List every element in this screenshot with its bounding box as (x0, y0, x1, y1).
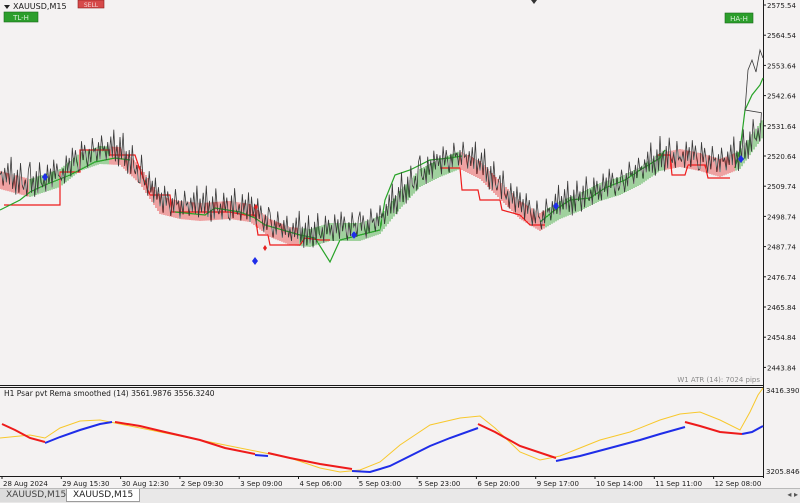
badge-right-text: HA-H (730, 15, 748, 23)
indicator-title: H1 Psar pvt Rema smoothed (14) 3561.9876… (4, 389, 215, 398)
time-axis-label: 2 Sep 09:30 (181, 480, 223, 488)
chart-window: XAUUSD,M15 TL-H SELL HA-H W1 ATR (14): 7… (0, 0, 800, 503)
indicator-blue-line-2 (254, 454, 269, 457)
time-axis-label: 5 Sep 03:00 (359, 480, 401, 488)
tab-xauusd-m15[interactable]: XAUUSD,M15 (0, 489, 74, 502)
price-axis-label: 2553.64 (767, 62, 796, 70)
price-axis-label: 2443.84 (767, 364, 796, 372)
price-axis-label: 2531.64 (767, 123, 796, 131)
price-axis-label: 2509.74 (767, 183, 796, 191)
time-axis-label: 5 Sep 23:00 (418, 480, 460, 488)
chart-tab-bar: XAUUSD,M15 XAUUSD,M15 ◂ ▸ (0, 488, 800, 503)
badge-top-text: SELL (84, 2, 99, 9)
time-axis-label: 12 Sep 08:00 (715, 480, 762, 488)
time-axis-label: 4 Sep 06:00 (300, 480, 342, 488)
chart-symbol-title: XAUUSD,M15 (13, 2, 67, 11)
time-axis-label: 28 Aug 2024 (3, 480, 48, 488)
price-axis-label: 2476.74 (767, 274, 796, 282)
time-axis-label: 9 Sep 17:00 (537, 480, 579, 488)
price-chart[interactable]: XAUUSD,M15 TL-H SELL HA-H W1 ATR (14): 7… (0, 0, 800, 488)
price-axis-label: 2564.54 (767, 32, 796, 40)
time-axis-label: 11 Sep 11:00 (655, 480, 702, 488)
badge-left-text: TL-H (12, 14, 29, 22)
price-axis-label: 2575.54 (767, 2, 796, 10)
time-axis-label: 30 Aug 12:30 (122, 480, 169, 488)
indicator-axis-low: 3205.8464 (766, 468, 800, 476)
price-axis-label: 2487.74 (767, 244, 796, 252)
tab-scroll-arrows-icon[interactable]: ◂ ▸ (787, 490, 798, 499)
atr-label: W1 ATR (14): 7024 pips (677, 376, 760, 384)
time-axis-label: 3 Sep 09:00 (240, 480, 282, 488)
indicator-axis-high: 3416.3907 (766, 387, 800, 395)
price-axis-label: 2520.64 (767, 153, 796, 161)
tab-xauusd-m15-active[interactable]: XAUUSD,M15 (66, 489, 141, 502)
time-axis-label: 29 Aug 15:30 (62, 480, 109, 488)
price-axis-label: 2542.64 (767, 93, 796, 101)
price-axis-label: 2498.74 (767, 213, 796, 221)
time-axis-label: 10 Sep 14:00 (596, 480, 643, 488)
badge-left: TL-H (3, 11, 39, 23)
price-axis-label: 2465.84 (767, 304, 796, 312)
time-axis-label: 6 Sep 20:00 (477, 480, 519, 488)
badge-top: SELL (77, 0, 105, 9)
badge-right: HA-H (724, 12, 754, 24)
price-axis-label: 2454.84 (767, 334, 796, 342)
